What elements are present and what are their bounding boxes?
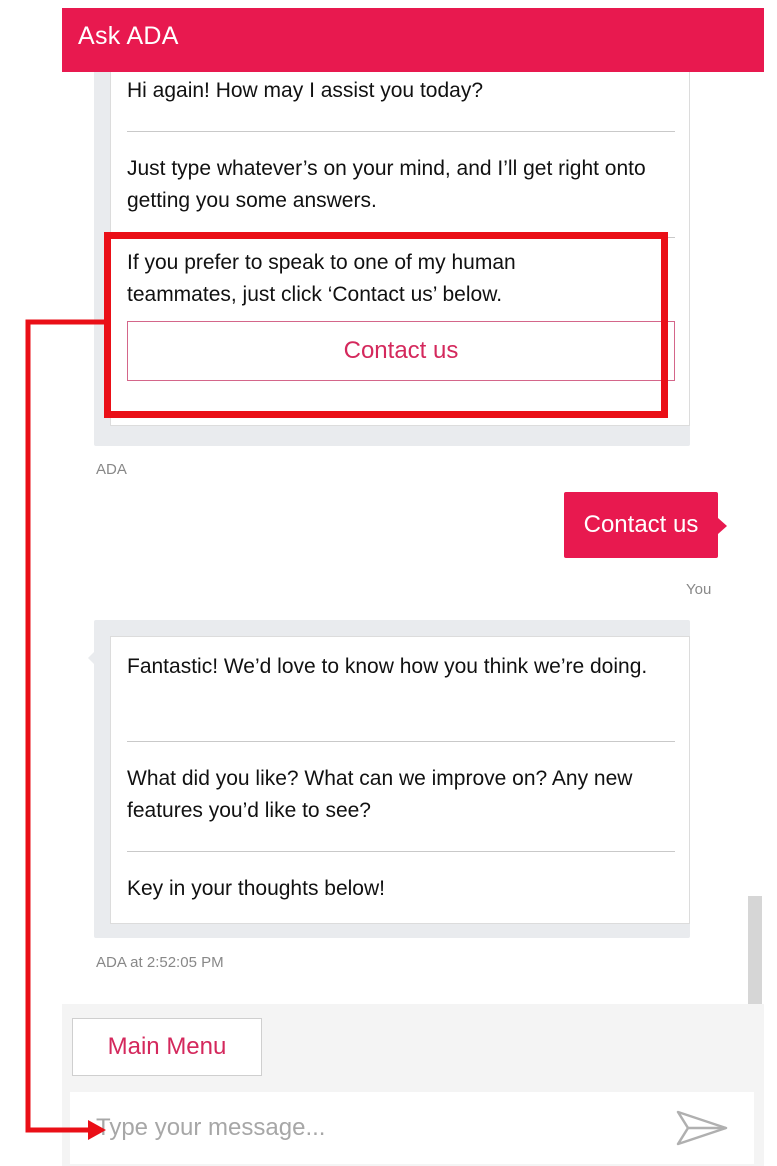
user-bubble-tail	[718, 518, 727, 534]
bot-message: If you prefer to speak to one of my huma…	[127, 251, 516, 306]
scrollbar-thumb[interactable]	[748, 896, 762, 1004]
bot-sender-label: ADA	[96, 461, 127, 478]
bot-message: Fantastic! We’d love to know how you thi…	[127, 655, 648, 678]
quick-reply-bar: Main Menu	[62, 1004, 764, 1080]
bot-timestamp: ADA at 2:52:05 PM	[96, 954, 224, 971]
message-input[interactable]	[70, 1092, 754, 1164]
message-divider	[127, 851, 675, 852]
user-sender-label: You	[686, 581, 712, 598]
user-message-bubble: Contact us	[564, 492, 718, 558]
bot-message-card: Hi again! How may I assist you today? Ju…	[110, 72, 690, 426]
message-divider	[127, 741, 675, 742]
message-divider	[127, 237, 675, 238]
bot-message-card: Fantastic! We’d love to know how you thi…	[110, 636, 690, 924]
message-list[interactable]: Hi again! How may I assist you today? Ju…	[62, 72, 764, 1004]
bot-message: What did you like? What can we improve o…	[127, 767, 633, 822]
message-divider	[127, 131, 675, 132]
send-button[interactable]	[674, 1108, 730, 1148]
header-title: Ask ADA	[78, 22, 179, 50]
main-menu-button[interactable]: Main Menu	[72, 1018, 262, 1076]
send-arrow-icon	[676, 1110, 728, 1146]
bot-message: Hi again! How may I assist you today?	[127, 79, 483, 102]
bot-message: Key in your thoughts below!	[127, 877, 385, 900]
chat-header: Ask ADA	[62, 8, 764, 72]
bot-bubble-tail	[88, 650, 96, 666]
bot-message: Just type whatever’s on your mind, and I…	[127, 157, 646, 212]
contact-us-option-button[interactable]: Contact us	[127, 321, 675, 381]
chat-window: Ask ADA Hi again! How may I assist you t…	[62, 8, 764, 1166]
message-composer	[62, 1088, 764, 1166]
